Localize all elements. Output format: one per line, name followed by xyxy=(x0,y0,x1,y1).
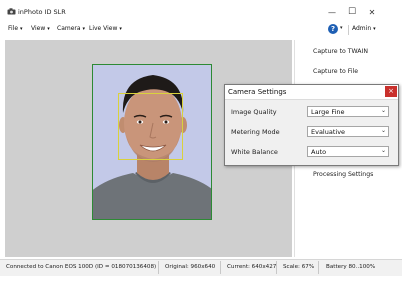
admin-label: Admin xyxy=(352,25,372,32)
connection-status: Connected to Canon EOS 100D (ID = 018070… xyxy=(6,264,157,270)
title-bar: inPhoto ID SLR — ☐ ✕ xyxy=(0,5,402,21)
window-title: inPhoto ID SLR xyxy=(18,8,66,16)
processing-settings-button[interactable]: Processing Settings xyxy=(313,171,373,178)
original-size-status: Original: 960x640 xyxy=(165,264,216,270)
camera-app-icon xyxy=(7,8,16,15)
maximize-button[interactable]: ☐ xyxy=(342,6,362,19)
menu-view-label: View xyxy=(31,25,46,32)
help-icon[interactable]: ? xyxy=(328,24,338,34)
camera-settings-dialog: Camera Settings × Image Quality Large Fi… xyxy=(224,84,399,166)
white-balance-value: Auto xyxy=(311,148,327,156)
metering-mode-select[interactable]: Evaluative ⌄ xyxy=(307,126,389,137)
minimize-button[interactable]: — xyxy=(322,6,342,19)
app-window: inPhoto ID SLR — ☐ ✕ File ▾ View ▾ Camera ▾… xyxy=(0,0,402,282)
close-icon[interactable]: × xyxy=(385,86,397,97)
menu-bar: File ▾ View ▾ Camera ▾ Live View ▾ ? ▾ Admin… xyxy=(0,21,402,38)
close-button[interactable]: ✕ xyxy=(362,6,382,19)
menu-live-view[interactable]: Live View ▾ xyxy=(89,25,122,32)
status-divider xyxy=(158,261,159,274)
menu-view[interactable]: View ▾ xyxy=(31,25,50,32)
dialog-title-bar[interactable]: Camera Settings × xyxy=(225,85,398,100)
scale-status: Scale: 67% xyxy=(283,264,315,270)
menu-file[interactable]: File ▾ xyxy=(8,25,23,32)
current-size-status: Current: 640x427 xyxy=(227,264,277,270)
chevron-down-icon: ▾ xyxy=(82,26,86,32)
status-divider xyxy=(220,261,221,274)
metering-mode-label: Metering Mode xyxy=(231,128,280,136)
capture-to-file-button[interactable]: Capture to File xyxy=(313,68,358,75)
status-bar: Connected to Canon EOS 100D (ID = 018070… xyxy=(0,259,402,276)
dialog-title: Camera Settings xyxy=(228,88,287,96)
white-balance-label: White Balance xyxy=(231,148,278,156)
chevron-down-icon[interactable]: ▾ xyxy=(340,25,343,31)
menu-divider xyxy=(348,25,349,35)
image-quality-select[interactable]: Large Fine ⌄ xyxy=(307,106,389,117)
chevron-down-icon: ⌄ xyxy=(380,107,386,114)
status-divider xyxy=(276,261,277,274)
capture-to-twain-button[interactable]: Capture to TWAIN xyxy=(313,48,368,55)
chevron-down-icon: ⌄ xyxy=(380,127,386,134)
menu-live-view-label: Live View xyxy=(89,25,118,32)
image-quality-label: Image Quality xyxy=(231,108,277,116)
menu-camera-label: Camera xyxy=(57,25,81,32)
chevron-down-icon: ▾ xyxy=(373,26,376,32)
metering-mode-value: Evaluative xyxy=(311,128,346,136)
face-detection-frame xyxy=(118,93,183,160)
chevron-down-icon: ▾ xyxy=(119,26,122,32)
chevron-down-icon: ⌄ xyxy=(380,147,386,154)
battery-status: Battery 80..100% xyxy=(326,264,376,270)
status-divider xyxy=(318,261,319,274)
menu-camera[interactable]: Camera ▾ xyxy=(57,25,85,32)
chevron-down-icon: ▾ xyxy=(47,26,50,32)
image-quality-value: Large Fine xyxy=(311,108,345,116)
admin-menu[interactable]: Admin ▾ xyxy=(352,25,376,32)
white-balance-select[interactable]: Auto ⌄ xyxy=(307,146,389,157)
chevron-down-icon: ▾ xyxy=(20,26,23,32)
menu-file-label: File xyxy=(8,25,19,32)
